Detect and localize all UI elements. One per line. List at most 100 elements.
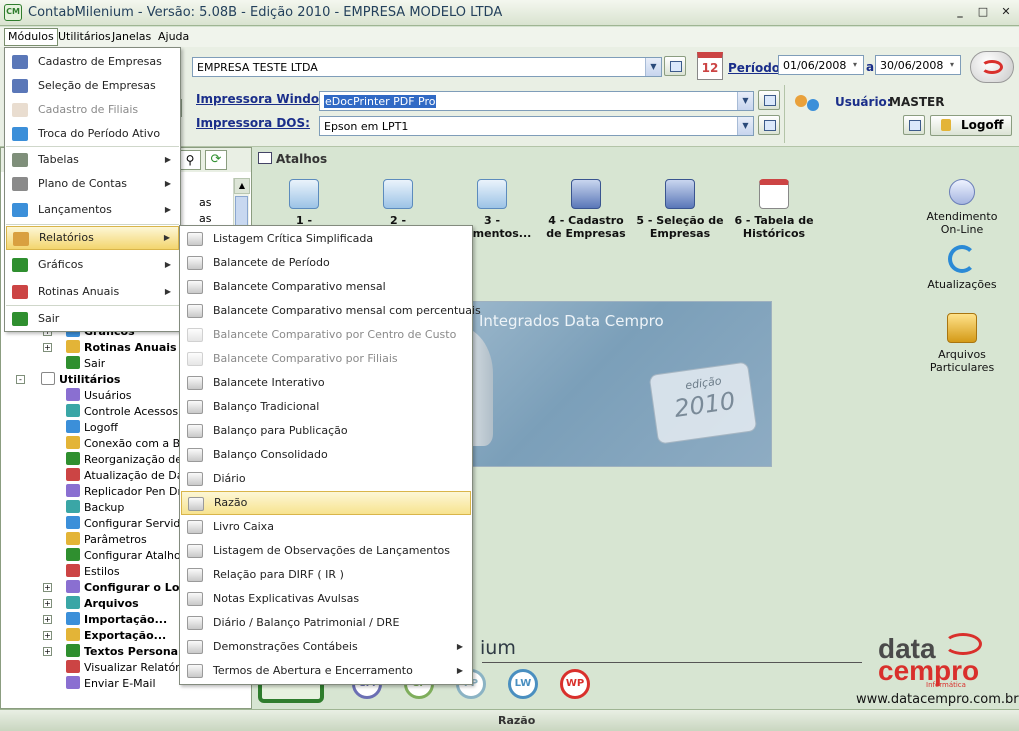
chevron-down-icon[interactable]: ▾ (847, 56, 863, 74)
shortcut-atendimento[interactable]: Atendimento On-Line (916, 179, 1008, 236)
shortcut-4[interactable]: 4 - Cadastro de Empresas (540, 179, 632, 240)
relatorios-item[interactable]: Listagem de Observações de Lançamentos (181, 539, 471, 563)
brand-url[interactable]: www.datacempro.com.br (856, 692, 1019, 707)
tree-item[interactable]: Configurar o Logo (66, 580, 195, 596)
relatorios-item[interactable]: Diário (181, 467, 471, 491)
chevron-down-icon[interactable]: ▾ (944, 56, 960, 74)
maximize-icon[interactable]: □ (975, 5, 991, 19)
menu-ajuda[interactable]: Ajuda (158, 30, 189, 43)
atalhos-title: Atalhos (276, 152, 328, 166)
relatorios-item[interactable]: Balancete Comparativo por Filiais (181, 347, 471, 371)
shortcut-2[interactable]: 2 - (352, 179, 444, 227)
menu-item-label: Cadastro de Empresas (38, 55, 162, 68)
logoff-button[interactable]: Logoff (930, 115, 1012, 136)
relatorios-item[interactable]: Balancete Comparativo por Centro de Cust… (181, 323, 471, 347)
modulos-item[interactable]: Relatórios ▶ (6, 226, 179, 250)
impressora-windows-select[interactable]: eDocPrinter PDF Pro ▼ (319, 91, 754, 111)
refresh-icon[interactable]: ⟳ (205, 150, 227, 170)
binoculars-icon[interactable]: ⚲ (179, 150, 201, 170)
title-bar: CM ContabMilenium - Versão: 5.08B - Ediç… (0, 0, 1019, 26)
modulos-item[interactable]: Seleção de Empresas (6, 74, 179, 98)
close-icon[interactable]: ✕ (998, 5, 1014, 19)
relatorios-item[interactable]: Termos de Abertura e Encerramento ▶ (181, 659, 471, 683)
modulos-item[interactable]: Sair (6, 307, 179, 331)
expand-icon[interactable]: + (43, 583, 52, 592)
printer-icon (187, 232, 203, 246)
periodo-de-input[interactable]: 01/06/2008 ▾ (778, 55, 864, 75)
relatorios-item[interactable]: Razão (181, 491, 471, 515)
relatorios-item[interactable]: Balancete Comparativo mensal (181, 275, 471, 299)
minimize-icon[interactable]: _ (952, 5, 968, 19)
tree-item[interactable]: Configurar Atalhos e (66, 548, 197, 564)
expand-icon[interactable]: + (43, 599, 52, 608)
relatorios-item[interactable]: Listagem Crítica Simplificada (181, 227, 471, 251)
modulos-item[interactable]: Cadastro de Filiais (6, 98, 179, 122)
lock-icon (941, 119, 951, 131)
exit-app-button[interactable] (970, 51, 1014, 83)
tree-item[interactable]: Estilos (66, 564, 120, 580)
modulos-item[interactable]: Rotinas Anuais ▶ (6, 280, 179, 304)
empresa-select[interactable]: EMPRESA TESTE LTDA ▼ (192, 57, 662, 77)
modulos-item[interactable]: Lançamentos ▶ (6, 198, 179, 222)
modulos-item[interactable]: Plano de Contas ▶ (6, 172, 179, 196)
expand-icon[interactable]: + (43, 615, 52, 624)
chevron-down-icon[interactable]: ▼ (645, 58, 661, 76)
periodo-ate-input[interactable]: 30/06/2008 ▾ (875, 55, 961, 75)
impressora-dos-config-button[interactable] (758, 115, 780, 135)
window-title: ContabMilenium - Versão: 5.08B - Edição … (28, 5, 503, 20)
relatorios-item[interactable]: Balancete Interativo (181, 371, 471, 395)
tree-item[interactable]: Sair (66, 356, 105, 372)
tree-item[interactable]: Parâmetros (66, 532, 147, 548)
relatorios-item[interactable]: Balanço para Publicação (181, 419, 471, 443)
tree-item[interactable]: Logoff (66, 420, 118, 436)
relatorios-item[interactable]: Balancete Comparativo mensal com percent… (181, 299, 481, 323)
tree-item[interactable]: Rotinas Anuais (66, 340, 177, 356)
relatorios-item[interactable]: Notas Explicativas Avulsas (181, 587, 471, 611)
menu-item-label: Plano de Contas (38, 177, 128, 190)
chevron-down-icon[interactable]: ▼ (737, 92, 753, 110)
tree-item[interactable]: Visualizar Relatórios (66, 660, 195, 676)
tree-item[interactable]: Enviar E-Mail (66, 676, 156, 692)
relatorios-item[interactable]: Relação para DIRF ( IR ) (181, 563, 471, 587)
expand-icon[interactable]: + (43, 631, 52, 640)
tree-item[interactable]: Controle Acessos (66, 404, 178, 420)
relatorios-item[interactable]: Balancete de Período (181, 251, 471, 275)
menu-modulos[interactable]: Módulos (4, 28, 58, 46)
tree-item-icon (66, 388, 80, 401)
menu-utilitarios[interactable]: Utilitários (58, 30, 111, 43)
relatorios-item[interactable]: Balanço Tradicional (181, 395, 471, 419)
collapse-icon[interactable]: - (16, 375, 25, 384)
printer-icon (187, 448, 203, 462)
menu-janelas[interactable]: Janelas (112, 30, 151, 43)
empresa-search-button[interactable] (664, 56, 686, 76)
shortcut-arquivos-particulares[interactable]: Arquivos Particulares (916, 313, 1008, 374)
impressora-dos-select[interactable]: Epson em LPT1 ▼ (319, 116, 754, 136)
expand-icon[interactable]: + (43, 647, 52, 656)
modulos-item[interactable]: Cadastro de Empresas (6, 50, 179, 74)
modulos-item[interactable]: Troca do Período Ativo (6, 122, 179, 146)
usuario-config-button[interactable] (903, 115, 925, 135)
impressora-windows-config-button[interactable] (758, 90, 780, 110)
tree-item[interactable]: Importação... (66, 612, 167, 628)
shortcut-5[interactable]: 5 - Seleção de Empresas (634, 179, 726, 240)
shortcut-6[interactable]: 6 - Tabela de Históricos (728, 179, 820, 240)
chevron-up-icon[interactable]: ▲ (234, 178, 250, 194)
tree-item[interactable]: Utilitários (41, 372, 120, 388)
tree-item[interactable]: Arquivos (66, 596, 139, 612)
logo-icon (981, 60, 1003, 74)
tree-item[interactable]: Configurar Servidor (66, 516, 192, 532)
chevron-down-icon[interactable]: ▼ (737, 117, 753, 135)
tree-item[interactable]: Backup (66, 500, 124, 516)
shortcut-1[interactable]: 1 - (258, 179, 350, 227)
relatorios-item[interactable]: Livro Caixa (181, 515, 471, 539)
relatorios-item[interactable]: Diário / Balanço Patrimonial / DRE (181, 611, 471, 635)
shortcut-atualizacoes[interactable]: Atualizações (916, 245, 1008, 291)
relatorios-item[interactable]: Balanço Consolidado (181, 443, 471, 467)
relatorios-item[interactable]: Demonstrações Contábeis ▶ (181, 635, 471, 659)
tree-item[interactable]: Exportação... (66, 628, 166, 644)
expand-icon[interactable]: + (43, 343, 52, 352)
modulos-item[interactable]: Gráficos ▶ (6, 253, 179, 277)
tree-item[interactable]: Usuários (66, 388, 132, 404)
modulos-item[interactable]: Tabelas ▶ (6, 148, 179, 172)
printer-icon (187, 472, 203, 486)
